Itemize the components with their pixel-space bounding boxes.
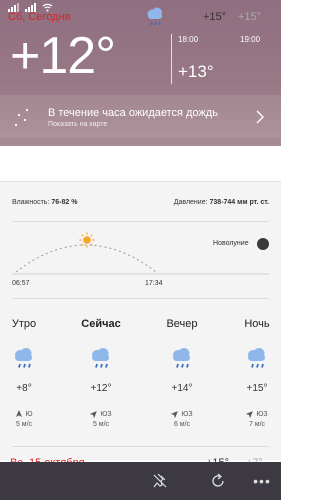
pin-button[interactable] — [141, 462, 179, 500]
wind-direction: ЮЗ — [71, 410, 131, 419]
wind-speed: 6 м/с — [173, 421, 191, 428]
rain-alert-title[interactable]: В течение часа ожидается дождь — [48, 107, 218, 119]
pressure: Давление: 738-744 мм рт. ст. — [174, 199, 269, 206]
wind-arrow-icon — [16, 410, 23, 417]
wind-direction: Ю — [0, 410, 54, 418]
today-low-temp: +15° — [238, 11, 262, 23]
pressure-value: 738-744 мм рт. ст. — [209, 199, 269, 206]
more-icon: ••• — [253, 473, 271, 489]
humidity-label: Влажность: — [12, 199, 50, 206]
moon-phase: Новолуние — [213, 240, 249, 247]
day-part-name: Вечер — [166, 318, 198, 330]
humidity: Влажность: 76-82 % — [12, 199, 77, 206]
rain-cloud-icon — [248, 348, 265, 368]
rain-cloud-icon — [92, 348, 109, 368]
new-moon-icon — [257, 238, 269, 250]
day-part-temp: +15° — [246, 383, 268, 394]
details-divider-top — [12, 221, 269, 222]
app-bar: ••• — [0, 462, 281, 500]
sunrise-time: 06:57 — [12, 280, 30, 287]
today-label: Сб, Сегодня — [8, 11, 71, 23]
day-part-column: Утро +8° Ю 5 м/с — [0, 318, 54, 428]
current-temperature: +12° — [10, 27, 116, 85]
day-part-name: Утро — [11, 318, 37, 330]
precipitation-dots-icon — [14, 108, 29, 127]
parts-divider — [12, 446, 269, 447]
wind-direction-label: ЮЗ — [181, 410, 193, 418]
wind-arrow-icon — [171, 411, 179, 419]
day-part-name: Ночь — [244, 318, 270, 330]
wind-speed: 7 м/с — [248, 421, 266, 428]
show-on-map-link[interactable]: Показать на карте — [48, 121, 107, 128]
rain-cloud-icon — [147, 7, 162, 26]
humidity-value: 76-82 % — [51, 199, 78, 206]
wind-direction-label: ЮЗ — [256, 410, 268, 418]
hourly-divider — [171, 34, 172, 84]
rain-cloud-icon — [173, 348, 190, 368]
wind-direction: ЮЗ — [152, 410, 212, 419]
wind-arrow-icon — [246, 411, 254, 419]
pressure-label: Давление: — [173, 199, 208, 206]
wind-direction: ЮЗ — [227, 410, 287, 419]
hour-time-1: 18:00 — [178, 35, 199, 44]
today-high-temp: +15° — [203, 11, 227, 23]
day-part-temp: +8° — [16, 383, 32, 394]
wind-direction-label: Ю — [25, 410, 33, 418]
sunset-time: 17:34 — [145, 280, 163, 287]
sun-arc-chart — [12, 244, 269, 275]
refresh-button[interactable] — [199, 462, 237, 500]
day-part-temp: +12° — [90, 383, 112, 394]
wind-direction-label: ЮЗ — [100, 410, 112, 418]
hour-time-2: 19:00 — [240, 35, 261, 44]
today-row[interactable] — [0, 146, 281, 182]
refresh-icon — [212, 473, 224, 487]
day-part-temp: +14° — [171, 383, 193, 394]
wind-arrow-icon — [90, 411, 98, 419]
wind-speed: 5 м/с — [15, 421, 33, 428]
hour-temp-1: +13° — [178, 62, 214, 81]
details-divider-bottom — [12, 298, 269, 299]
chevron-right-icon[interactable] — [256, 110, 264, 124]
rain-cloud-icon — [15, 348, 32, 368]
more-button[interactable]: ••• — [243, 462, 281, 500]
day-part-column: Ночь +15° ЮЗ 7 м/с — [227, 318, 287, 428]
day-part-name: Сейчас — [81, 318, 121, 330]
sun-icon — [79, 232, 95, 248]
unpin-icon — [153, 473, 167, 488]
wind-speed: 5 м/с — [92, 421, 110, 428]
day-part-column: Вечер +14° ЮЗ 6 м/с — [152, 318, 212, 428]
day-part-column: Сейчас +12° ЮЗ 5 м/с — [71, 318, 131, 428]
